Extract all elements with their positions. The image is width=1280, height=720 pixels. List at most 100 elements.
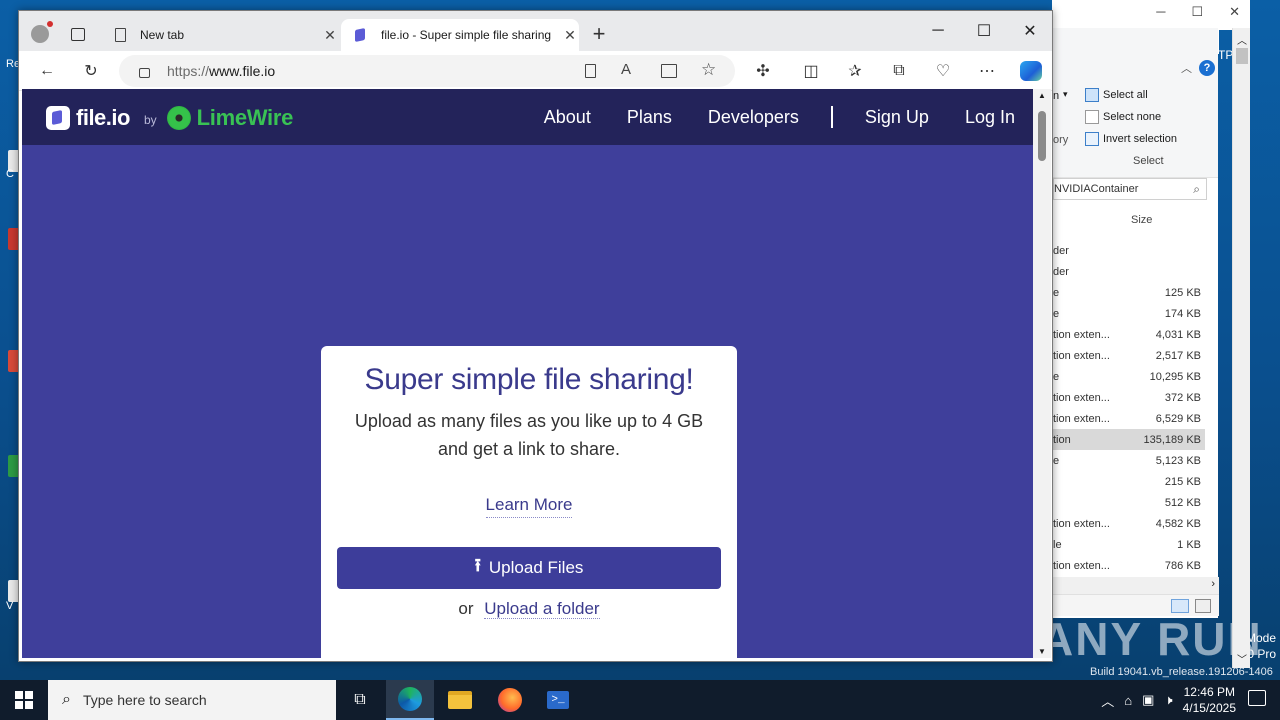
file-row[interactable]: der xyxy=(1053,240,1205,261)
hero-subtitle: Upload as many files as you like up to 4… xyxy=(354,411,704,459)
new-tab-button[interactable]: + xyxy=(587,21,611,49)
tab-actions-icon[interactable] xyxy=(71,28,85,41)
read-aloud-icon[interactable]: A xyxy=(621,61,631,78)
taskbar-search-input[interactable]: ⌕ Type here to search xyxy=(48,680,336,720)
notification-dot-icon xyxy=(47,21,53,27)
upload-files-button[interactable]: ⭱ Upload Files xyxy=(337,547,721,589)
file-row[interactable]: e 174 KB xyxy=(1053,303,1205,324)
desktop-label: C xyxy=(6,168,14,180)
chevron-up-icon[interactable]: ︿ xyxy=(1101,691,1114,710)
copilot-button[interactable] xyxy=(1017,59,1045,83)
nav-plans-link[interactable]: Plans xyxy=(627,107,672,128)
file-size: 4,031 KB xyxy=(1155,328,1201,341)
file-row[interactable]: tion 135,189 KB xyxy=(1053,429,1205,450)
split-screen-button[interactable]: ◫ xyxy=(797,59,825,83)
file-row[interactable]: tion exten... 4,582 KB xyxy=(1053,513,1205,534)
app-available-icon[interactable] xyxy=(661,64,677,78)
network-adapter-icon[interactable]: ⌂ xyxy=(1124,693,1132,708)
taskbar-edge-button[interactable] xyxy=(386,680,434,720)
file-row[interactable]: der xyxy=(1053,261,1205,282)
file-row[interactable]: tion exten... 786 KB xyxy=(1053,555,1205,576)
maximize-icon[interactable]: ☐ xyxy=(1191,4,1203,20)
page-scrollbar[interactable]: ▲ ▼ xyxy=(1033,89,1051,658)
column-header-size[interactable]: Size xyxy=(1131,214,1152,226)
nav-log-in-link[interactable]: Log In xyxy=(965,107,1015,128)
nav-sign-up-link[interactable]: Sign Up xyxy=(865,107,929,128)
notifications-icon[interactable] xyxy=(1248,690,1266,706)
profile-avatar[interactable] xyxy=(31,21,53,43)
browser-essentials-button[interactable]: ♡ xyxy=(929,59,957,83)
help-icon[interactable]: ? xyxy=(1199,60,1215,76)
favorites-button[interactable]: ✰ xyxy=(841,59,869,83)
logo-text: file.io xyxy=(76,105,130,130)
tab-file-io[interactable]: file.io - Super simple file sharing ✕ xyxy=(341,19,579,51)
file-row[interactable]: 512 KB xyxy=(1053,492,1205,513)
thumbnail-view-icon[interactable] xyxy=(1195,599,1211,613)
chevron-right-icon[interactable]: › xyxy=(1211,578,1215,590)
start-button[interactable] xyxy=(0,680,48,720)
taskbar-powershell-button[interactable]: >_ xyxy=(534,680,582,720)
learn-more-link[interactable]: Learn More xyxy=(485,495,573,518)
refresh-button[interactable]: ↻ xyxy=(77,59,105,83)
file-row[interactable]: e 125 KB xyxy=(1053,282,1205,303)
file-row[interactable]: tion exten... 372 KB xyxy=(1053,387,1205,408)
minimize-button[interactable]: ─ xyxy=(915,17,961,45)
more-icon: ⋯ xyxy=(979,63,995,80)
close-tab-icon[interactable]: ✕ xyxy=(561,27,579,44)
file-row[interactable]: 215 KB xyxy=(1053,471,1205,492)
star-icon[interactable]: ☆ xyxy=(701,60,716,80)
task-view-button[interactable]: ⧉ xyxy=(336,680,384,720)
address-bar[interactable]: https://www.file.io A ☆ xyxy=(119,55,735,87)
tab-title: file.io - Super simple file sharing xyxy=(381,28,552,42)
chevron-up-icon[interactable]: ▲ xyxy=(1038,91,1046,100)
maximize-button[interactable]: ☐ xyxy=(961,17,1007,45)
upload-folder-link[interactable]: Upload a folder xyxy=(484,599,600,619)
nav-about-link[interactable]: About xyxy=(544,107,591,128)
minimize-icon[interactable]: ─ xyxy=(1156,4,1165,20)
file-row[interactable]: e 5,123 KB xyxy=(1053,450,1205,471)
close-tab-icon[interactable]: ✕ xyxy=(321,27,339,44)
file-row[interactable]: le 1 KB xyxy=(1053,534,1205,555)
clock[interactable]: 12:46 PM 4/15/2025 xyxy=(1183,684,1236,716)
collections-button[interactable]: ⧉ xyxy=(885,59,913,83)
url-protocol: https:// xyxy=(167,63,210,79)
select-none-button[interactable]: Select none xyxy=(1085,110,1161,124)
settings-more-button[interactable]: ⋯ xyxy=(973,59,1001,83)
outer-vertical-scrollbar[interactable]: ︿ ﹀ xyxy=(1232,28,1250,668)
horizontal-scrollbar[interactable]: › xyxy=(1053,577,1219,594)
file-row[interactable]: e 10,295 KB xyxy=(1053,366,1205,387)
volume-icon[interactable]: 🕨 xyxy=(1164,692,1172,708)
page-icon xyxy=(115,28,126,42)
search-icon[interactable]: ⌕ xyxy=(1193,182,1200,197)
chevron-down-icon[interactable]: ▼ xyxy=(1038,647,1046,656)
taskbar-explorer-button[interactable] xyxy=(436,680,484,720)
extensions-button[interactable]: ✣ xyxy=(749,59,777,83)
invert-selection-button[interactable]: Invert selection xyxy=(1085,132,1177,146)
site-logo[interactable]: file.io by LimeWire xyxy=(46,105,293,131)
chevron-up-icon[interactable]: ︿ xyxy=(1237,32,1247,47)
file-row[interactable]: tion exten... 4,031 KB xyxy=(1053,324,1205,345)
scrollbar-thumb[interactable] xyxy=(1236,48,1248,64)
reading-view-icon[interactable] xyxy=(585,64,596,78)
logo-by: by xyxy=(143,113,157,127)
file-row[interactable]: tion exten... 6,529 KB xyxy=(1053,408,1205,429)
details-view-icon[interactable] xyxy=(1171,599,1189,613)
lock-icon[interactable] xyxy=(139,68,150,78)
taskbar-firefox-button[interactable] xyxy=(486,680,534,720)
scrollbar-thumb[interactable] xyxy=(1038,111,1046,161)
select-all-button[interactable]: Select all xyxy=(1085,88,1148,102)
nav-developers-link[interactable]: Developers xyxy=(708,107,799,128)
close-window-button[interactable]: ✕ xyxy=(1007,17,1053,45)
network-icon[interactable]: ▣ xyxy=(1142,692,1154,708)
explorer-search-input[interactable]: NVIDIAContainer ⌕ xyxy=(1053,178,1207,200)
tab-new-tab[interactable]: New tab ✕ xyxy=(107,19,339,51)
url-text[interactable]: https://www.file.io xyxy=(167,63,275,79)
chevron-down-icon[interactable]: ﹀ xyxy=(1237,651,1247,666)
file-type: der xyxy=(1053,265,1069,278)
close-icon[interactable]: ✕ xyxy=(1229,4,1240,20)
chevron-up-icon[interactable]: ︿ xyxy=(1181,60,1192,76)
chevron-down-icon[interactable]: ▾ xyxy=(1063,89,1068,100)
search-icon: ⌕ xyxy=(62,691,71,708)
back-button[interactable]: ← xyxy=(33,59,61,83)
file-row[interactable]: tion exten... 2,517 KB xyxy=(1053,345,1205,366)
